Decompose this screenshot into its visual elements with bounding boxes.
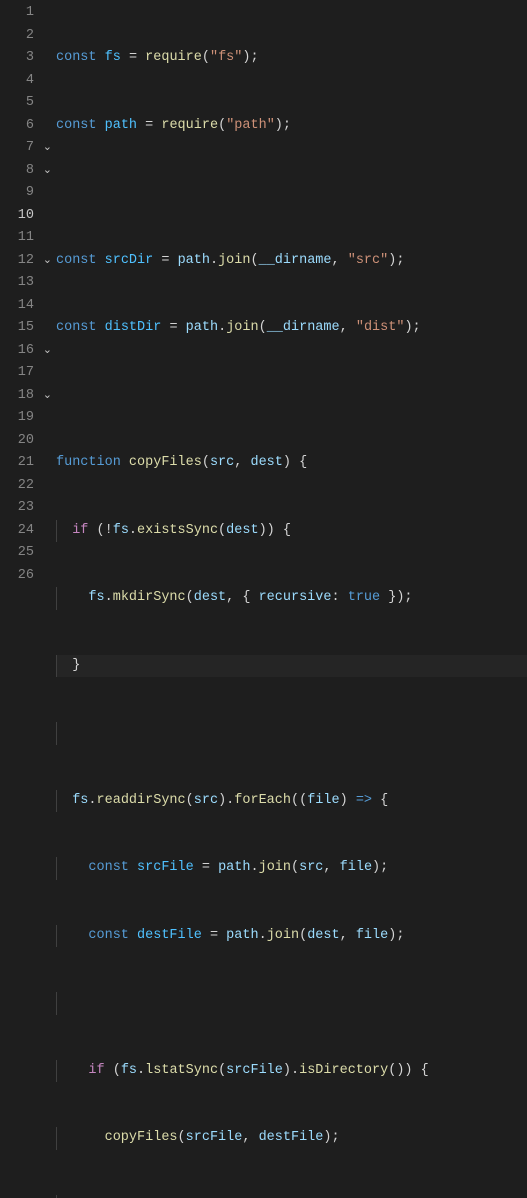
- line-number: 26: [0, 565, 54, 588]
- code-line[interactable]: if (!fs.existsSync(dest)) {: [56, 520, 527, 543]
- code-line[interactable]: [56, 182, 527, 205]
- line-number: 8⌄: [0, 160, 54, 183]
- code-line[interactable]: fs.mkdirSync(dest, { recursive: true });: [56, 587, 527, 610]
- line-number: 13: [0, 272, 54, 295]
- line-number: 14: [0, 295, 54, 318]
- line-number: 5: [0, 92, 54, 115]
- line-number: 9: [0, 182, 54, 205]
- fold-chevron-icon[interactable]: ⌄: [43, 250, 52, 273]
- code-line[interactable]: [56, 385, 527, 408]
- line-number: 25: [0, 542, 54, 565]
- line-number: 17: [0, 362, 54, 385]
- line-number: 22: [0, 475, 54, 498]
- line-number: 19: [0, 407, 54, 430]
- code-line[interactable]: [56, 722, 527, 745]
- line-number: 6: [0, 115, 54, 138]
- line-number: 7⌄: [0, 137, 54, 160]
- code-line[interactable]: }: [56, 655, 527, 678]
- code-line[interactable]: function copyFiles(src, dest) {: [56, 452, 527, 475]
- line-number: 2: [0, 25, 54, 48]
- code-editor: 1 2 3 4 5 6 7⌄ 8⌄ 9 10 11 12⌄ 13 14 15 1…: [0, 0, 527, 599]
- fold-chevron-icon[interactable]: ⌄: [43, 137, 52, 160]
- line-number: 16⌄: [0, 340, 54, 363]
- gutter: 1 2 3 4 5 6 7⌄ 8⌄ 9 10 11 12⌄ 13 14 15 1…: [0, 0, 54, 599]
- line-number: 24: [0, 520, 54, 543]
- code-line[interactable]: const srcFile = path.join(src, file);: [56, 857, 527, 880]
- line-number: 20: [0, 430, 54, 453]
- line-number: 1: [0, 2, 54, 25]
- code-line[interactable]: [56, 992, 527, 1015]
- line-number: 11: [0, 227, 54, 250]
- code-line[interactable]: const destFile = path.join(dest, file);: [56, 925, 527, 948]
- line-number: 15: [0, 317, 54, 340]
- code-line[interactable]: const path = require("path");: [56, 115, 527, 138]
- line-number: 23: [0, 497, 54, 520]
- fold-chevron-icon[interactable]: ⌄: [43, 160, 52, 183]
- code-line[interactable]: const srcDir = path.join(__dirname, "src…: [56, 250, 527, 273]
- code-line[interactable]: copyFiles(srcFile, destFile);: [56, 1127, 527, 1150]
- line-number: 10: [0, 205, 54, 228]
- line-number: 4: [0, 70, 54, 93]
- line-number: 3: [0, 47, 54, 70]
- code-area[interactable]: const fs = require("fs"); const path = r…: [54, 0, 527, 599]
- line-number: 21: [0, 452, 54, 475]
- code-line[interactable]: } else {: [56, 1195, 527, 1198]
- fold-chevron-icon[interactable]: ⌄: [43, 385, 52, 408]
- line-number: 18⌄: [0, 385, 54, 408]
- code-line[interactable]: const fs = require("fs");: [56, 47, 527, 70]
- code-line[interactable]: if (fs.lstatSync(srcFile).isDirectory())…: [56, 1060, 527, 1083]
- line-number: 12⌄: [0, 250, 54, 273]
- fold-chevron-icon[interactable]: ⌄: [43, 340, 52, 363]
- code-line[interactable]: fs.readdirSync(src).forEach((file) => {: [56, 790, 527, 813]
- code-line[interactable]: const distDir = path.join(__dirname, "di…: [56, 317, 527, 340]
